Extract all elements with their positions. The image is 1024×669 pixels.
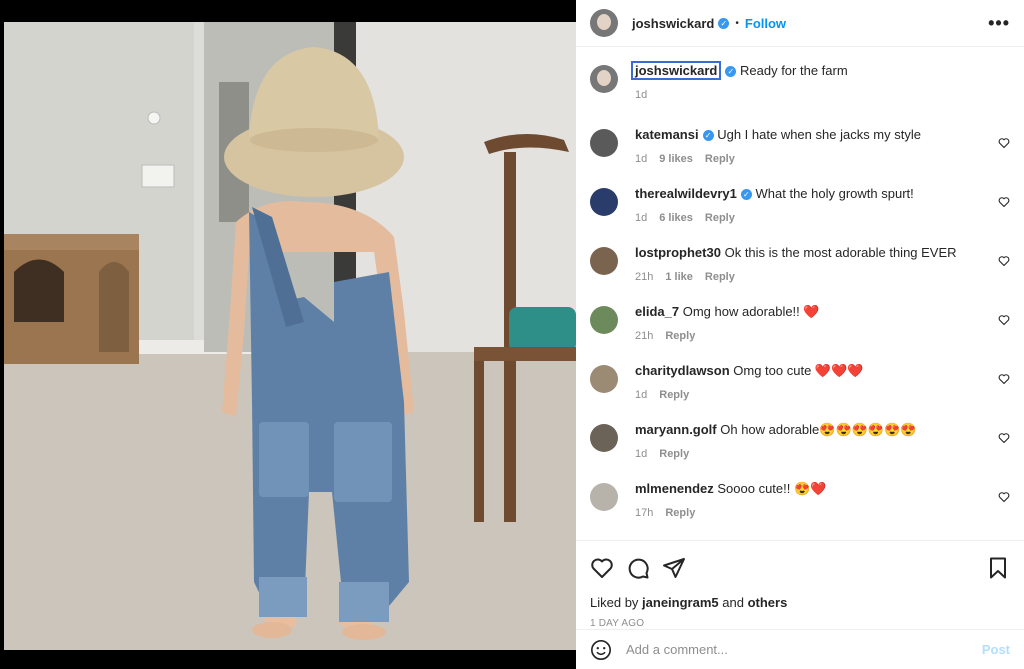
comment-text: Ugh I hate when she jacks my style <box>717 127 921 142</box>
comment-like-heart-icon[interactable] <box>998 137 1010 149</box>
share-send-icon[interactable] <box>662 556 686 580</box>
comment-likes[interactable]: 6 likes <box>659 212 693 224</box>
verified-badge-icon: ✓ <box>740 189 752 201</box>
verified-badge-icon: ✓ <box>702 130 714 142</box>
comment-time[interactable]: 21h <box>635 330 653 342</box>
comment-avatar[interactable] <box>590 129 618 157</box>
caption-time[interactable]: 1d <box>635 89 647 101</box>
liked-by-line: Liked by janeingram5 and others <box>576 583 1024 610</box>
emoji-icon[interactable] <box>590 639 612 661</box>
separator-dot: • <box>735 17 739 29</box>
comment-like-heart-icon[interactable] <box>998 196 1010 208</box>
comment-text: Soooo cute!! 😍❤️ <box>717 481 827 496</box>
comment-text: Oh how adorable😍😍😍😍😍😍 <box>720 422 917 437</box>
comment-time[interactable]: 1d <box>635 212 647 224</box>
caption-row: joshswickard ✓ Ready for the farm 1d <box>590 61 1010 127</box>
comment-avatar[interactable] <box>590 424 618 452</box>
comment-row: mlmenendez Soooo cute!! 😍❤️ 17h Reply <box>590 481 1010 531</box>
reply-button[interactable]: Reply <box>705 212 735 224</box>
liked-by-prefix: Liked by <box>590 595 639 610</box>
comment-text: Omg how adorable!! ❤️ <box>682 304 820 319</box>
reply-button[interactable]: Reply <box>659 389 689 401</box>
liked-by-user[interactable]: janeingram5 <box>642 595 719 610</box>
post-photo-frame <box>0 0 576 669</box>
liked-by-and: and <box>722 595 744 610</box>
comment-likes[interactable]: 1 like <box>665 271 693 283</box>
post-comment-button[interactable]: Post <box>982 642 1010 657</box>
comment-username[interactable]: lostprophet30 <box>635 245 721 260</box>
save-bookmark-icon[interactable] <box>986 556 1010 580</box>
post-side-panel: joshswickard ✓ • Follow ••• joshswickard… <box>576 0 1024 669</box>
comment-like-heart-icon[interactable] <box>998 491 1010 503</box>
comment-like-heart-icon[interactable] <box>998 314 1010 326</box>
add-comment-bar: Add a comment... Post <box>576 629 1024 669</box>
comment-username[interactable]: elida_7 <box>635 304 679 319</box>
post-photo-illustration <box>4 22 576 650</box>
post-header: joshswickard ✓ • Follow ••• <box>576 0 1024 47</box>
comment-row: maryann.golf Oh how adorable😍😍😍😍😍😍 1d Rep… <box>590 422 1010 481</box>
verified-badge-icon: ✓ <box>725 66 737 78</box>
comment-text: Omg too cute ❤️❤️❤️ <box>733 363 864 378</box>
like-heart-icon[interactable] <box>590 556 614 580</box>
comment-avatar[interactable] <box>590 247 618 275</box>
comment-text: What the holy growth spurt! <box>755 186 914 201</box>
comment-time[interactable]: 21h <box>635 271 653 283</box>
verified-badge-icon: ✓ <box>718 17 730 29</box>
comment-row: lostprophet30 Ok this is the most adorab… <box>590 245 1010 304</box>
post-time-ago[interactable]: 1 DAY AGO <box>576 610 1024 629</box>
reply-button[interactable]: Reply <box>659 448 689 460</box>
comment-row: elida_7 Omg how adorable!! ❤️ 21h Reply <box>590 304 1010 363</box>
reply-button[interactable]: Reply <box>665 330 695 342</box>
follow-button[interactable]: Follow <box>745 16 786 31</box>
reply-button[interactable]: Reply <box>665 507 695 519</box>
comment-avatar[interactable] <box>590 306 618 334</box>
comment-avatar[interactable] <box>590 483 618 511</box>
author-avatar[interactable] <box>590 9 618 37</box>
comment-time[interactable]: 1d <box>635 389 647 401</box>
reply-button[interactable]: Reply <box>705 271 735 283</box>
reply-button[interactable]: Reply <box>705 153 735 165</box>
comment-bubble-icon[interactable] <box>626 556 650 580</box>
comments-list[interactable]: joshswickard ✓ Ready for the farm 1d kate… <box>576 47 1024 531</box>
caption-author-avatar[interactable] <box>590 65 618 93</box>
comment-time[interactable]: 1d <box>635 153 647 165</box>
comment-avatar[interactable] <box>590 188 618 216</box>
post-photo[interactable] <box>4 22 576 650</box>
comment-like-heart-icon[interactable] <box>998 373 1010 385</box>
liked-by-others[interactable]: others <box>748 595 788 610</box>
comment-time[interactable]: 1d <box>635 448 647 460</box>
comment-time[interactable]: 17h <box>635 507 653 519</box>
comment-text: Ok this is the most adorable thing EVER <box>724 245 957 260</box>
comment-username[interactable]: therealwildevry1 <box>635 186 737 201</box>
caption-author-username[interactable]: joshswickard <box>631 61 722 80</box>
comment-avatar[interactable] <box>590 365 618 393</box>
comment-row: charitydlawson Omg too cute ❤️❤️❤️ 1d Rep… <box>590 363 1010 422</box>
comment-username[interactable]: charitydlawson <box>635 363 730 378</box>
comment-like-heart-icon[interactable] <box>998 432 1010 444</box>
comment-username[interactable]: mlmenendez <box>635 481 714 496</box>
comment-like-heart-icon[interactable] <box>998 255 1010 267</box>
comment-row: therealwildevry1 ✓ What the holy growth s… <box>590 186 1010 245</box>
comment-row: katemansi ✓ Ugh I hate when she jacks my … <box>590 127 1010 186</box>
comment-likes[interactable]: 9 likes <box>659 153 693 165</box>
caption-text: Ready for the farm <box>740 63 848 78</box>
post-actions: Liked by janeingram5 and others 1 DAY AG… <box>576 540 1024 669</box>
author-username[interactable]: joshswickard <box>632 16 714 31</box>
more-options-icon[interactable]: ••• <box>988 13 1010 34</box>
comment-username[interactable]: maryann.golf <box>635 422 717 437</box>
comment-username[interactable]: katemansi <box>635 127 699 142</box>
comment-input[interactable]: Add a comment... <box>626 642 982 657</box>
